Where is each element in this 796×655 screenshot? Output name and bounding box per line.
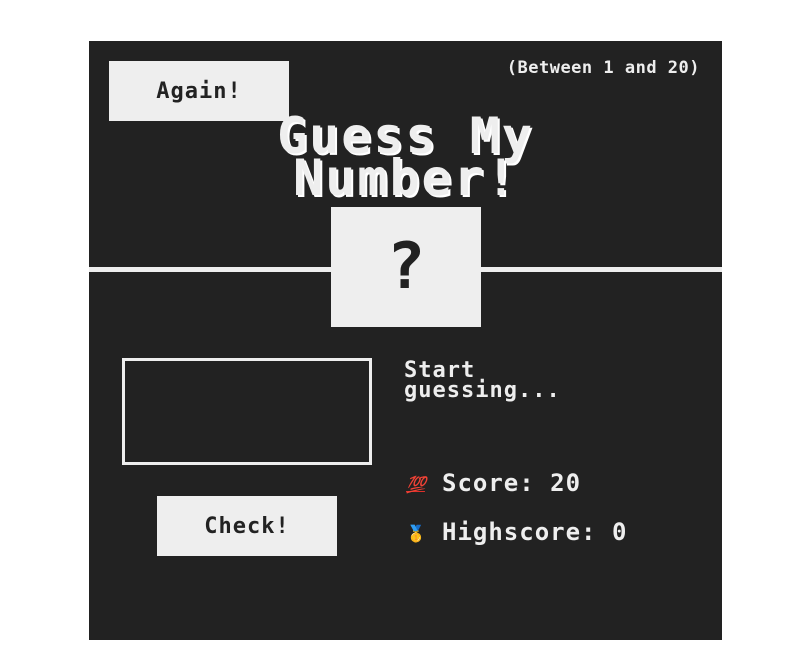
hundred-points-icon: 💯 [406,474,426,494]
medal-icon: 🥇 [406,523,427,543]
score-row: 💯 Score: 20 [406,469,581,497]
score-label: Score: [442,469,535,497]
score-value: 20 [550,469,582,497]
guess-input[interactable] [122,358,372,465]
secret-number-box: ? [331,207,481,327]
again-button[interactable]: Again! [109,61,289,121]
page-title: Guess My Number! [89,111,722,203]
title-line-2: Number! [293,149,518,207]
status-message: Start guessing... [404,360,664,403]
highscore-label: Highscore: [442,518,597,546]
status-message-line-2: guessing... [404,378,561,403]
highscore-row: 🥇 Highscore: 0 [406,518,627,546]
highscore-value: 0 [611,518,628,546]
range-hint: (Between 1 and 20) [506,58,700,78]
check-button[interactable]: Check! [157,496,337,556]
game-panel: Again! (Between 1 and 20) Guess My Numbe… [89,41,722,640]
